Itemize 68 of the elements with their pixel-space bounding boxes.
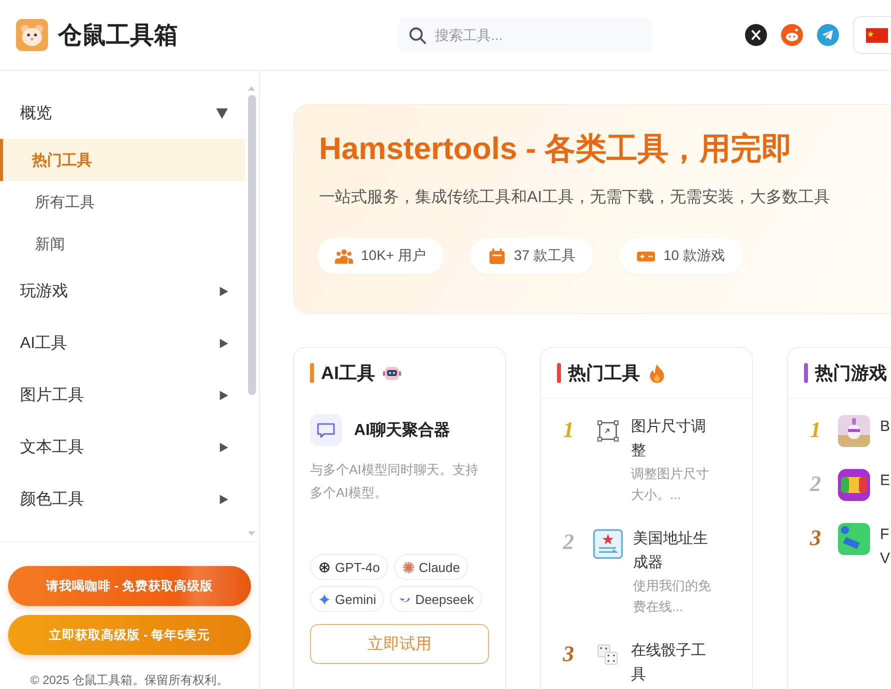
sidebar-group[interactable]: 概览 — [0, 87, 247, 139]
scroll-up-icon[interactable] — [247, 85, 256, 91]
language-button[interactable] — [853, 16, 891, 54]
copyright-text: © 2025 仓鼠工具箱。保留所有权利。 — [29, 672, 230, 689]
rank-number: 1 — [563, 416, 575, 444]
tool-description: 调整图片尺寸大小。... — [631, 465, 710, 504]
search-field[interactable]: 搜索工具... — [398, 18, 652, 52]
sidebar-item[interactable]: 新闻 — [0, 223, 247, 265]
sidebar-group[interactable]: 玩游戏 — [0, 265, 247, 317]
car-thumbnail — [838, 523, 870, 555]
game-title[interactable]: V — [880, 547, 891, 571]
tool-description: 使用我们的免费在线... — [633, 577, 712, 616]
caret-icon — [215, 106, 229, 120]
rank-number: 3 — [810, 524, 822, 552]
sidebar-group[interactable]: 颜色工具 — [0, 473, 247, 525]
hamster-logo-icon — [16, 19, 48, 51]
game-title[interactable]: E — [880, 469, 891, 493]
model-tag: Deepseek — [390, 586, 482, 612]
sidebar-group[interactable]: 图片工具 — [0, 369, 247, 421]
site-title[interactable]: 仓鼠工具箱 — [58, 19, 178, 51]
card-title: 热门工具 — [568, 362, 640, 385]
rank-number: 1 — [810, 416, 822, 444]
rank-number: 2 — [563, 528, 575, 556]
tool-title[interactable]: 图片尺寸调整 — [631, 415, 711, 463]
card-title: AI工具 — [321, 362, 375, 385]
caret-icon — [218, 390, 229, 400]
sidebar-item[interactable]: 所有工具 — [0, 181, 247, 223]
x-social-icon[interactable] — [745, 24, 767, 46]
caret-icon — [218, 286, 229, 296]
rank-number: 2 — [810, 470, 822, 498]
reddit-icon[interactable] — [781, 24, 803, 46]
rank-number: 3 — [563, 640, 575, 668]
tool-title[interactable]: 在线骰子工具 — [631, 639, 711, 687]
stat-text: 10K+ 用户 — [361, 247, 426, 265]
cake-thumbnail — [838, 415, 870, 447]
scrollbar-thumb[interactable] — [248, 95, 256, 395]
tool-name[interactable]: AI聊天聚合器 — [354, 420, 450, 440]
stat-text: 37 款工具 — [514, 247, 576, 265]
model-tag: Claude — [394, 554, 468, 580]
fire-icon — [647, 363, 667, 383]
star-card-icon — [593, 529, 623, 559]
flag-icon — [866, 28, 888, 42]
tool-title[interactable]: 美国地址生成器 — [633, 527, 713, 575]
knot-icon — [318, 560, 331, 574]
sidebar-group[interactable]: 文本工具 — [0, 421, 247, 473]
telegram-icon[interactable] — [817, 24, 839, 46]
game-title[interactable]: F — [880, 523, 891, 547]
caret-icon — [218, 338, 229, 348]
game-title[interactable]: B — [880, 415, 891, 439]
chat-bubble-icon — [310, 414, 342, 446]
hero-title: Hamstertools - 各类工具，用完即 — [319, 130, 794, 168]
stat-text: 10 款游戏 — [663, 247, 725, 265]
starburst-icon — [402, 560, 415, 574]
resize-frame-icon — [597, 420, 619, 442]
hero-subtitle: 一站式服务，集成传统工具和AI工具，无需下载，无需安装，大多数工具 — [319, 188, 832, 208]
model-tag: Gemini — [310, 586, 384, 612]
scroll-down-icon[interactable] — [247, 531, 256, 537]
users-icon — [335, 248, 353, 264]
tool-description: 与多个AI模型同时聊天。支持多个AI模型。 — [310, 461, 480, 502]
calendar-icon — [488, 248, 506, 264]
caret-icon — [218, 442, 229, 452]
card-title: 热门游戏 — [815, 362, 887, 385]
model-tag: GPT-4o — [310, 554, 388, 580]
candy-thumbnail — [838, 469, 870, 501]
caret-icon — [218, 494, 229, 504]
dice-icon — [597, 644, 619, 666]
sidebar-group[interactable]: AI工具 — [0, 317, 247, 369]
sparkle-icon — [318, 592, 331, 606]
